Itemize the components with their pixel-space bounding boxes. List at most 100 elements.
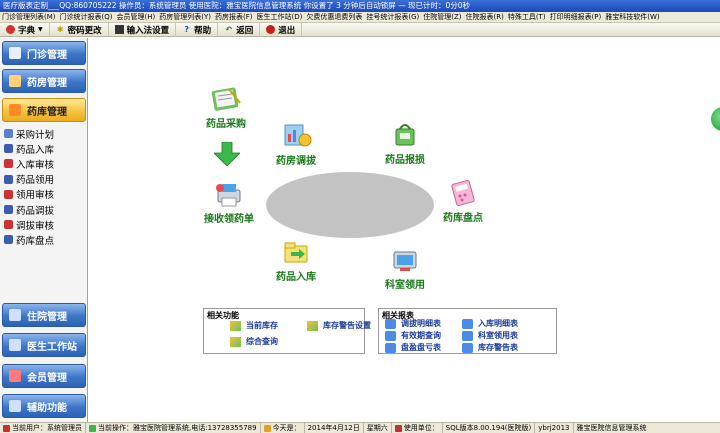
- nav-auxiliary-functions[interactable]: 辅助功能: [2, 394, 86, 418]
- status-text: SQL版本8.00.194(医院版): [445, 424, 532, 432]
- input-method-button[interactable]: 输入法设置: [109, 22, 177, 37]
- workflow-node-stock-in[interactable]: 药品入库: [276, 238, 316, 283]
- down-arrow-icon: [214, 142, 240, 166]
- menu-item-print-details[interactable]: 打印明细报表(P): [548, 12, 604, 22]
- link-label: 库存警告设置: [323, 321, 371, 330]
- menu-item-member[interactable]: 会员管理(H): [115, 12, 158, 22]
- chevron-down-icon: ▼: [38, 26, 43, 33]
- sidebar-item-label: 药品入库: [16, 144, 55, 156]
- operation-icon: [89, 424, 96, 432]
- requisition-review-icon: [4, 189, 13, 199]
- nav-warehouse-management[interactable]: 药库管理: [2, 98, 86, 122]
- pharmacy-icon: [9, 75, 21, 87]
- sidebar-item-stock-in[interactable]: 药品入库: [4, 141, 88, 156]
- inventory-icon: [4, 235, 13, 245]
- link-dept-requisition-report[interactable]: 科室领用表: [462, 330, 518, 341]
- status-system: 雅宝医院信息管理系统: [574, 423, 650, 433]
- workflow-node-inventory[interactable]: 药库盘点: [443, 179, 483, 224]
- link-inventory-profit-loss[interactable]: 盘盈盘亏表: [385, 342, 441, 353]
- exit-icon: [266, 25, 276, 34]
- change-password-label: 密码更改: [67, 25, 102, 36]
- help-button[interactable]: ? 帮助: [176, 22, 219, 37]
- report-icon: [385, 318, 396, 329]
- transfer-review-icon: [4, 220, 13, 230]
- workflow-area: 药品采购 药房调拔 药品报损 接收领药单 药库盘点 药品入库 科室领用 相关功能…: [89, 38, 720, 422]
- clinic-icon: [9, 47, 21, 59]
- nav-doctor-workstation[interactable]: 医生工作站: [2, 333, 86, 357]
- nav-member-management[interactable]: 会员管理: [2, 364, 86, 388]
- receive-printer-icon: [216, 184, 241, 207]
- menu-item-pharmacy-reports[interactable]: 药房报表(F): [213, 12, 255, 22]
- sidebar-item-transfer-review[interactable]: 调拔审核: [4, 217, 88, 232]
- nav-label: 会员管理: [27, 372, 67, 384]
- sidebar-item-stock-in-review[interactable]: 入库审核: [4, 156, 88, 171]
- menu-item-inpatient-reports[interactable]: 住院报表(R): [464, 12, 506, 22]
- drug-requisition-icon: [4, 174, 13, 184]
- nav-pharmacy-management[interactable]: 药房管理: [2, 69, 86, 93]
- dictionary-label: 字典: [18, 25, 36, 36]
- link-transfer-details[interactable]: 调拔明细表: [385, 318, 441, 329]
- menu-item-doctor-station[interactable]: 医生工作站(D): [254, 12, 304, 22]
- workflow-node-receive[interactable]: 接收领药单: [204, 180, 254, 225]
- menu-item-pharmacy-list[interactable]: 药房管理列表(Y): [157, 12, 213, 22]
- current-stock-icon: [230, 320, 241, 331]
- status-text: 今天是：: [272, 424, 301, 432]
- sidebar-item-drug-transfer[interactable]: 药品调拔: [4, 202, 88, 217]
- sidebar-item-inventory[interactable]: 药库盘点: [4, 232, 88, 247]
- workflow-node-loss[interactable]: 药品报损: [385, 121, 425, 166]
- nav-label: 门诊管理: [27, 49, 67, 61]
- stock-warning-icon: [307, 320, 318, 331]
- dictionary-button[interactable]: 字典 ▼: [0, 22, 50, 37]
- sidebar-item-requisition-review[interactable]: 领用审核: [4, 187, 88, 202]
- status-current-user: 当前用户：系统管理员: [0, 423, 86, 433]
- link-stock-warning-settings[interactable]: 库存警告设置: [307, 320, 371, 331]
- workflow-node-dept-requisition[interactable]: 科室领用: [385, 246, 425, 291]
- nav-label: 辅助功能: [27, 402, 67, 414]
- sidebar-item-purchase-plan[interactable]: 采购计划: [4, 126, 88, 141]
- nav-inpatient-management[interactable]: 住院管理: [2, 303, 86, 327]
- back-arrow-icon: ↶: [225, 25, 233, 34]
- status-text: ybrj2013: [538, 424, 570, 432]
- status-text: 2014年4月12日: [307, 424, 360, 432]
- status-text: 使用单位：: [403, 424, 439, 432]
- status-weekday: 星期六: [364, 423, 392, 433]
- change-password-button[interactable]: ✱ 密码更改: [50, 22, 109, 37]
- menu-item-special-tools[interactable]: 特殊工具(T): [506, 12, 548, 22]
- menu-item-arrears[interactable]: 欠费优惠退费列表: [304, 12, 364, 22]
- workflow-node-label: 药库盘点: [443, 213, 483, 224]
- nav-outpatient-management[interactable]: 门诊管理: [2, 41, 86, 65]
- transfer-chart-icon: [284, 124, 312, 147]
- workflow-node-label: 药品报损: [385, 155, 425, 166]
- warehouse-submenu: 采购计划 药品入库 入库审核 药品领用 领用审核 药品调拔 调拔审核 药库盘点: [4, 126, 88, 248]
- menu-item-outpatient-list[interactable]: 门诊管理列表(M): [0, 12, 58, 22]
- sidebar: 门诊管理 药房管理 药库管理 采购计划 药品入库 入库审核 药品领用 领用审核: [0, 38, 88, 422]
- link-general-query[interactable]: 综合查询: [230, 336, 278, 347]
- workflow-node-label: 药品采购: [206, 119, 246, 130]
- status-bar: 当前用户：系统管理员 当前操作：雅宝医院管理系统,电话:13728355789 …: [0, 422, 720, 433]
- back-button[interactable]: ↶ 返回: [218, 22, 261, 37]
- calendar-icon: [263, 424, 271, 432]
- menu-item-outpatient-reports[interactable]: 门诊统计报表(Q): [58, 12, 115, 22]
- link-stock-in-details[interactable]: 入库明细表: [462, 318, 518, 329]
- link-current-stock[interactable]: 当前库存: [230, 320, 278, 331]
- related-reports-panel: 相关报表 调拔明细表 入库明细表 有效期查询 科室领用表 盘盈盘亏表 库存警告表: [378, 308, 557, 354]
- workflow-node-purchase[interactable]: 药品采购: [206, 85, 246, 130]
- link-expiry-query[interactable]: 有效期查询: [385, 330, 441, 341]
- sidebar-item-label: 药品领用: [16, 175, 55, 187]
- menu-item-registration-reports[interactable]: 挂号统计报表(G): [364, 12, 421, 22]
- link-stock-warning-report[interactable]: 库存警告表: [462, 342, 518, 353]
- menu-item-software[interactable]: 雅宝科技软件(W): [603, 12, 661, 22]
- stock-in-icon: [4, 144, 13, 154]
- menu-item-inpatient[interactable]: 住院管理(Z): [421, 12, 463, 22]
- status-text: 雅宝医院信息管理系统: [576, 424, 647, 432]
- inpatient-icon: [9, 309, 21, 321]
- sidebar-item-label: 入库审核: [16, 159, 55, 171]
- exit-button[interactable]: 退出: [260, 22, 303, 37]
- workflow-node-label: 药品入库: [276, 272, 316, 283]
- sidebar-item-label: 药品调拔: [16, 205, 55, 217]
- sidebar-item-label: 采购计划: [16, 129, 55, 141]
- link-label: 科室领用表: [478, 331, 518, 340]
- workflow-node-transfer[interactable]: 药房调拔: [276, 122, 316, 167]
- exit-label: 退出: [278, 25, 296, 36]
- sidebar-item-drug-requisition[interactable]: 药品领用: [4, 172, 88, 187]
